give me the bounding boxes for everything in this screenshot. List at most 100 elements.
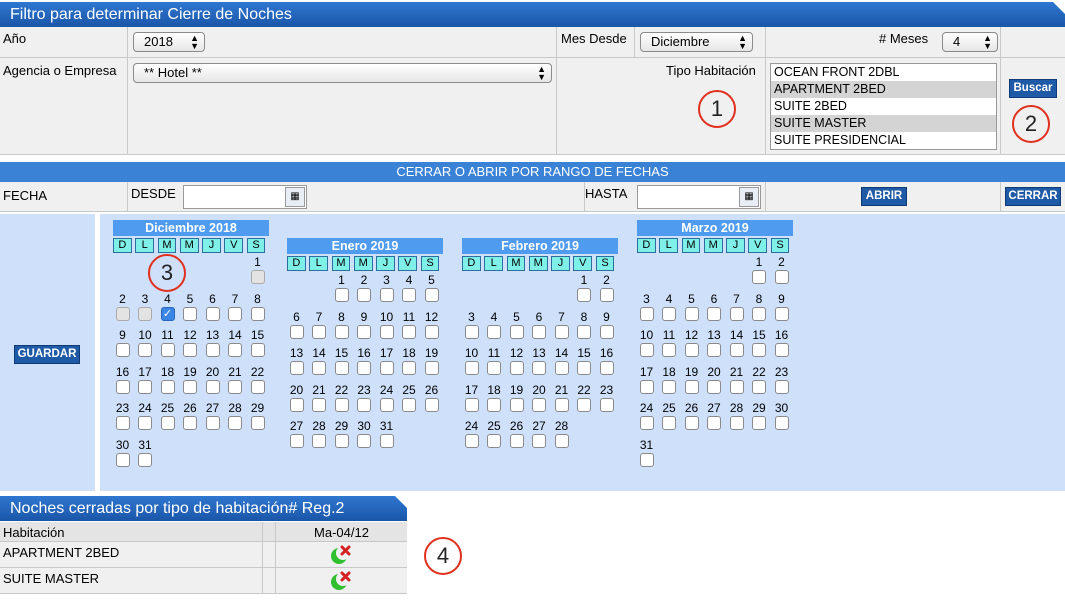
day-checkbox[interactable] (357, 397, 371, 412)
day-checkbox[interactable] (312, 324, 326, 339)
room-type-option[interactable]: OCEAN FRONT 2DBL (771, 64, 996, 81)
day-checkbox[interactable] (424, 361, 439, 375)
day-checkbox[interactable] (289, 434, 304, 448)
day-checkbox[interactable] (774, 379, 789, 394)
closed-moon-icon[interactable] (330, 545, 352, 565)
day-checkbox[interactable] (554, 434, 569, 448)
day-checkbox[interactable] (684, 343, 699, 357)
day-checkbox[interactable] (115, 379, 130, 394)
day-checkbox[interactable] (379, 434, 394, 448)
day-checkbox[interactable] (532, 397, 546, 412)
day-checkbox[interactable] (577, 361, 591, 375)
day-checkbox[interactable] (487, 324, 501, 339)
months-select[interactable]: 4 ▲ ▼ (942, 32, 998, 52)
day-checkbox[interactable] (509, 361, 524, 375)
day-checkbox[interactable] (752, 379, 766, 394)
room-type-option[interactable]: APARTMENT 2BED (771, 81, 996, 98)
calendar-icon[interactable]: ▦ (739, 187, 759, 207)
day-checkbox[interactable] (639, 416, 654, 430)
day-checkbox[interactable] (160, 343, 175, 357)
day-checkbox[interactable] (160, 379, 175, 394)
day-checkbox[interactable] (138, 379, 152, 394)
day-checkbox[interactable] (205, 343, 220, 357)
day-checkbox[interactable] (183, 306, 197, 321)
day-checkbox[interactable] (424, 324, 439, 339)
day-checkbox[interactable] (115, 452, 130, 467)
day-checkbox[interactable] (577, 324, 591, 339)
day-checkbox[interactable] (554, 324, 569, 339)
day-checkbox[interactable] (639, 452, 654, 467)
room-type-option[interactable]: SUITE MASTER (771, 115, 996, 132)
day-checkbox[interactable] (183, 379, 197, 394)
day-checkbox[interactable] (379, 324, 394, 339)
day-checkbox[interactable] (752, 416, 766, 430)
day-checkbox[interactable] (289, 361, 304, 375)
day-checkbox[interactable] (334, 397, 349, 412)
day-checkbox[interactable] (532, 361, 546, 375)
day-checkbox[interactable] (639, 343, 654, 357)
day-checkbox[interactable] (312, 434, 326, 448)
day-checkbox[interactable] (357, 288, 371, 302)
search-button[interactable]: Buscar (1009, 79, 1057, 98)
day-checkbox[interactable] (138, 416, 152, 430)
day-checkbox[interactable] (183, 343, 197, 357)
day-checkbox[interactable] (464, 324, 479, 339)
day-checkbox[interactable]: ✓ (160, 306, 175, 321)
day-checkbox[interactable] (464, 397, 479, 412)
day-checkbox[interactable] (228, 343, 242, 357)
day-checkbox[interactable] (424, 288, 439, 302)
day-checkbox[interactable] (138, 452, 152, 467)
day-checkbox[interactable] (205, 416, 220, 430)
day-checkbox[interactable] (774, 343, 789, 357)
day-checkbox[interactable] (487, 361, 501, 375)
day-checkbox[interactable] (183, 416, 197, 430)
room-type-option[interactable]: SUITE PRESIDENCIAL (771, 132, 996, 149)
day-checkbox[interactable] (228, 306, 242, 321)
day-checkbox[interactable] (250, 343, 265, 357)
day-checkbox[interactable] (312, 397, 326, 412)
day-checkbox[interactable] (684, 306, 699, 321)
year-select[interactable]: 2018 ▲ ▼ (133, 32, 205, 52)
month-from-select[interactable]: Diciembre ▲ ▼ (640, 32, 753, 52)
day-checkbox[interactable] (228, 379, 242, 394)
day-checkbox[interactable] (509, 434, 524, 448)
day-checkbox[interactable] (487, 434, 501, 448)
day-checkbox[interactable] (532, 434, 546, 448)
day-checkbox[interactable] (250, 379, 265, 394)
day-checkbox[interactable] (599, 397, 614, 412)
day-checkbox[interactable] (228, 416, 242, 430)
close-button[interactable]: CERRAR (1005, 187, 1061, 206)
day-checkbox[interactable] (684, 416, 699, 430)
day-checkbox[interactable] (334, 324, 349, 339)
day-checkbox[interactable] (554, 397, 569, 412)
day-checkbox[interactable] (707, 379, 721, 394)
day-checkbox[interactable] (729, 379, 744, 394)
day-checkbox[interactable] (599, 361, 614, 375)
day-checkbox[interactable] (115, 343, 130, 357)
day-checkbox[interactable] (312, 361, 326, 375)
day-checkbox[interactable] (379, 361, 394, 375)
day-checkbox[interactable] (138, 343, 152, 357)
open-button[interactable]: ABRIR (861, 187, 907, 206)
day-checkbox[interactable] (729, 306, 744, 321)
day-checkbox[interactable] (639, 379, 654, 394)
day-checkbox[interactable] (532, 324, 546, 339)
day-checkbox[interactable] (707, 306, 721, 321)
day-checkbox[interactable] (334, 288, 349, 302)
day-checkbox[interactable] (707, 343, 721, 357)
day-checkbox[interactable] (577, 397, 591, 412)
room-type-list[interactable]: OCEAN FRONT 2DBL APARTMENT 2BED SUITE 2BED… (770, 63, 997, 150)
day-checkbox[interactable] (707, 416, 721, 430)
day-checkbox[interactable] (509, 324, 524, 339)
day-checkbox[interactable] (487, 397, 501, 412)
day-checkbox[interactable] (752, 270, 766, 284)
calendar-icon[interactable]: ▦ (285, 187, 305, 207)
day-checkbox[interactable] (160, 416, 175, 430)
day-checkbox[interactable] (464, 361, 479, 375)
from-date-input[interactable]: ▦ (183, 185, 307, 209)
day-checkbox[interactable] (402, 288, 416, 302)
day-checkbox[interactable] (402, 361, 416, 375)
day-checkbox[interactable] (379, 288, 394, 302)
day-checkbox[interactable] (357, 434, 371, 448)
day-checkbox[interactable] (289, 397, 304, 412)
